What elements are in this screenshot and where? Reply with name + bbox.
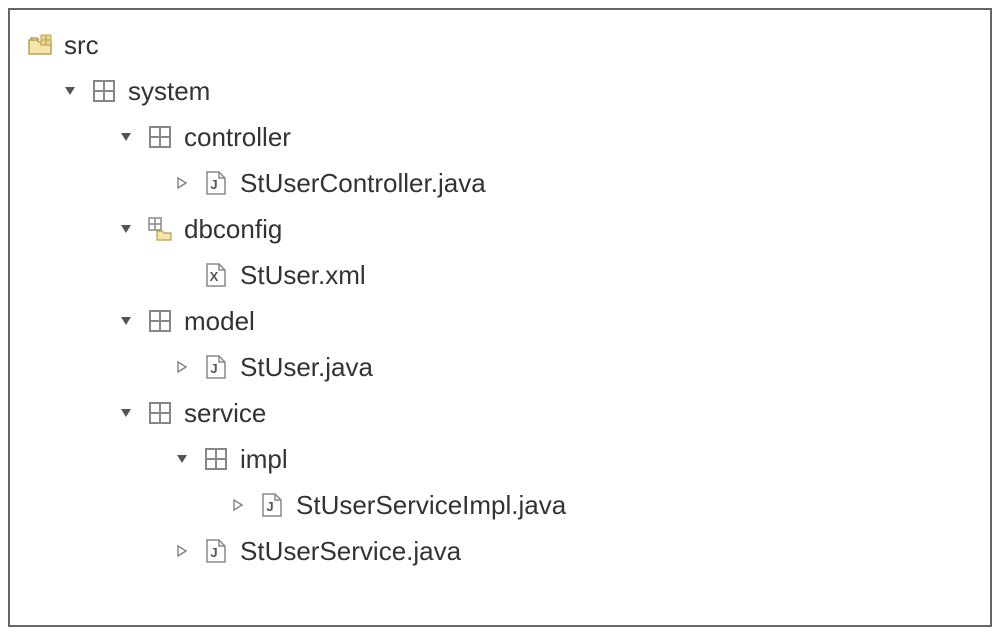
java-file-icon: J [258,491,286,519]
tree-label: system [128,76,210,107]
tree-node-system[interactable]: system [26,68,974,114]
tree-node-service[interactable]: service [26,390,974,436]
svg-text:J: J [210,361,217,376]
tree-label: dbconfig [184,214,282,245]
project-tree: src system controller [8,8,992,627]
svg-text:J: J [266,499,273,514]
collapse-arrow-icon[interactable] [226,493,250,517]
package-icon [146,123,174,151]
tree-node-stusercontroller[interactable]: J StUserController.java [26,160,974,206]
tree-label: impl [240,444,288,475]
tree-label: StUser.xml [240,260,366,291]
java-file-icon: J [202,353,230,381]
svg-text:J: J [210,177,217,192]
tree-label: StUserServiceImpl.java [296,490,566,521]
svg-text:J: J [210,545,217,560]
collapse-arrow-icon[interactable] [170,539,194,563]
tree-label: src [64,30,99,61]
expand-arrow-icon[interactable] [114,217,138,241]
package-icon [146,307,174,335]
source-folder-icon [26,31,54,59]
expand-arrow-icon[interactable] [114,401,138,425]
tree-node-stuserservice[interactable]: J StUserService.java [26,528,974,574]
tree-label: controller [184,122,291,153]
package-icon [90,77,118,105]
expand-arrow-icon[interactable] [114,309,138,333]
collapse-arrow-icon[interactable] [170,355,194,379]
java-file-icon: J [202,169,230,197]
tree-node-impl[interactable]: impl [26,436,974,482]
svg-text:X: X [210,269,219,284]
tree-label: service [184,398,266,429]
tree-label: StUser.java [240,352,373,383]
tree-node-model[interactable]: model [26,298,974,344]
collapse-arrow-icon[interactable] [170,171,194,195]
expand-arrow-icon[interactable] [170,447,194,471]
tree-node-controller[interactable]: controller [26,114,974,160]
expand-arrow-icon[interactable] [114,125,138,149]
xml-file-icon: X [202,261,230,289]
tree-label: StUserController.java [240,168,486,199]
expand-arrow-icon[interactable] [58,79,82,103]
tree-node-dbconfig[interactable]: dbconfig [26,206,974,252]
tree-label: model [184,306,255,337]
tree-node-stuserjava[interactable]: J StUser.java [26,344,974,390]
package-icon [146,399,174,427]
package-icon [202,445,230,473]
java-file-icon: J [202,537,230,565]
tree-node-stuserserviceimpl[interactable]: J StUserServiceImpl.java [26,482,974,528]
tree-node-src[interactable]: src [26,22,974,68]
package-folder-icon [146,215,174,243]
tree-label: StUserService.java [240,536,461,567]
tree-node-stuserxml[interactable]: X StUser.xml [26,252,974,298]
